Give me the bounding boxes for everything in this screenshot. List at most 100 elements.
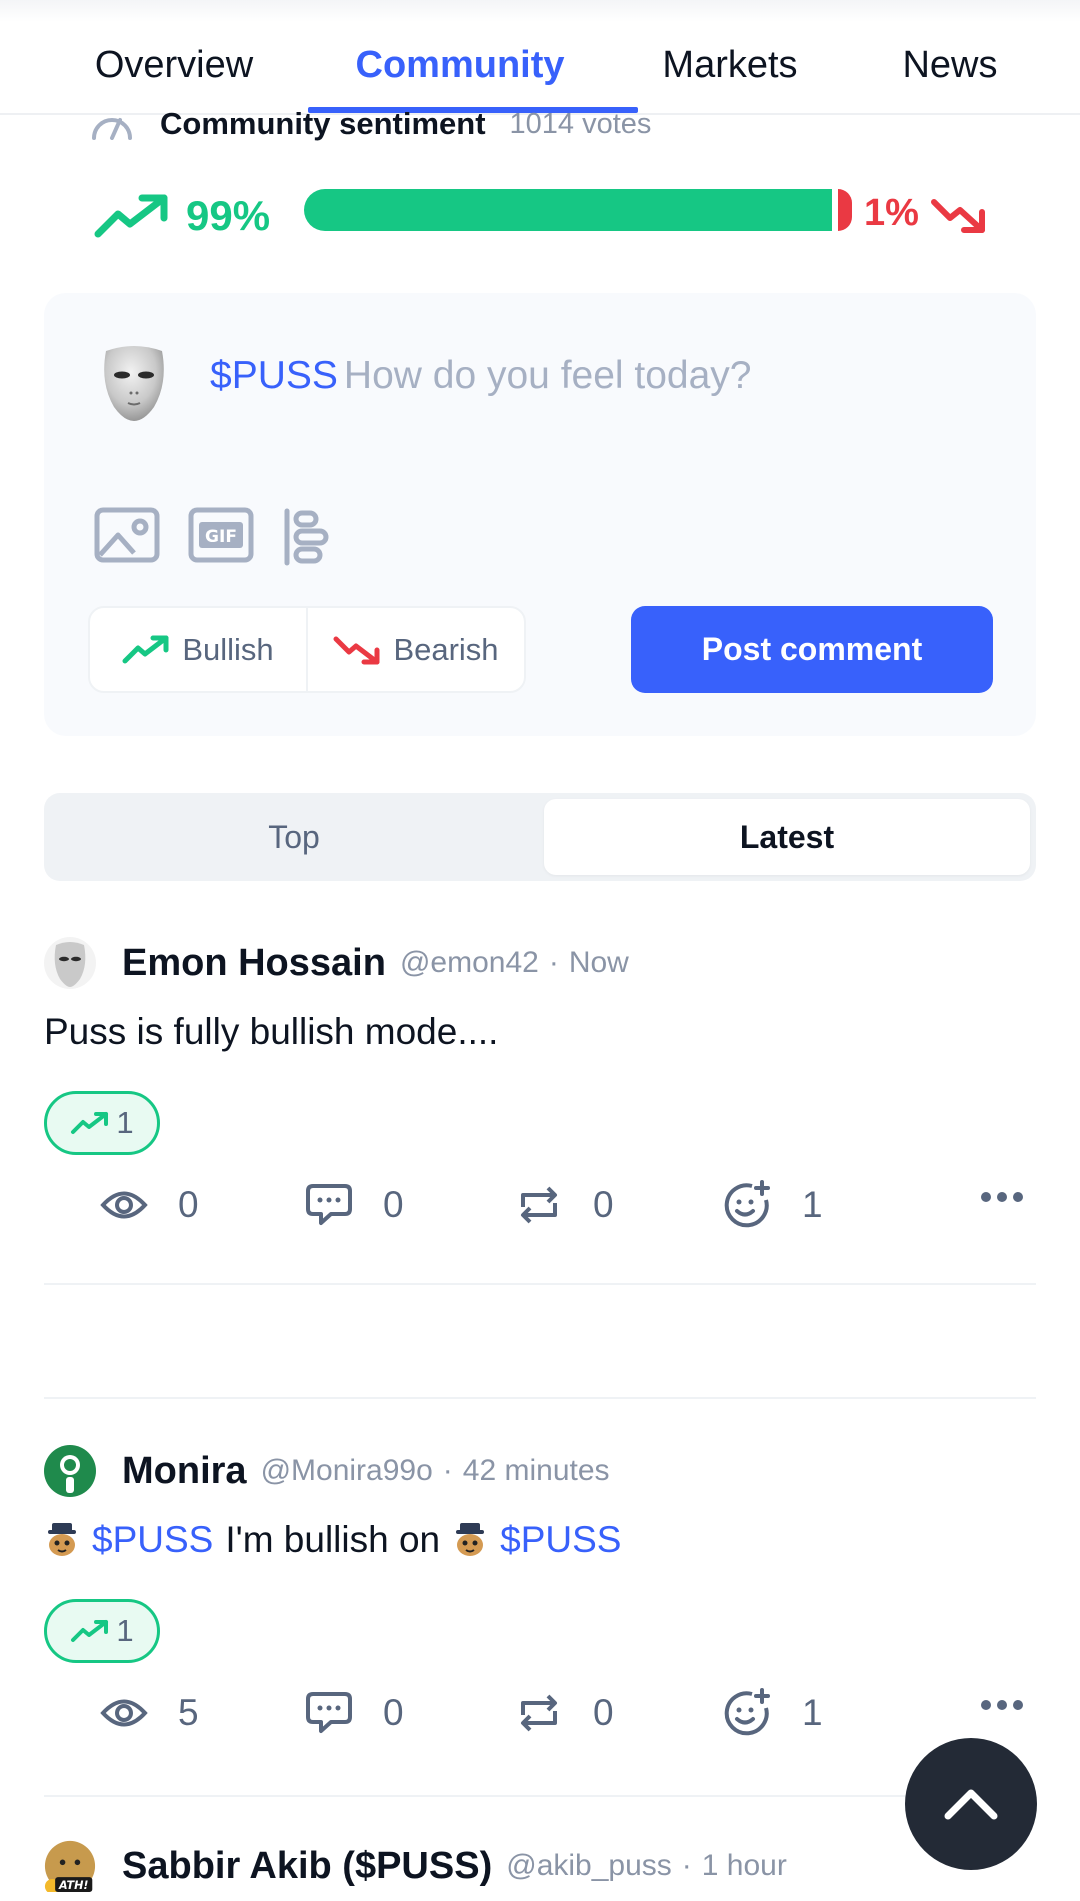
post-text: $PUSS I'm bullish on $PUSS (44, 1515, 621, 1565)
bullish-badge: 1 (44, 1599, 160, 1663)
post-author-handle[interactable]: @Monira99o (261, 1454, 433, 1488)
eye-icon (100, 1191, 148, 1219)
bearish-label: Bearish (393, 631, 499, 667)
sentiment-votes: 1014 votes (509, 107, 652, 140)
sentiment-title: Community sentiment (160, 106, 486, 141)
post-author-handle[interactable]: @emon42 (400, 946, 539, 980)
svg-text:ATH!: ATH! (58, 1879, 89, 1892)
post-text: Puss is fully bullish mode.... (44, 1011, 499, 1052)
post-separator: · (681, 1849, 692, 1882)
tab-overview[interactable]: Overview (84, 40, 264, 90)
post-separator: · (442, 1454, 453, 1487)
react-button[interactable]: 1 (722, 1175, 823, 1235)
scroll-to-top-button[interactable] (905, 1738, 1037, 1870)
repost-button[interactable]: 0 (515, 1175, 614, 1235)
views-stat: 5 (100, 1683, 199, 1743)
svg-text:GIF: GIF (205, 527, 237, 547)
bullish-percent: 99% (186, 192, 271, 239)
comment-input[interactable]: $PUSS How do you feel today? (210, 351, 752, 401)
poll-icon[interactable] (282, 507, 332, 567)
post-time: 1 hour (701, 1849, 787, 1882)
top-tab-bar: Overview Community Markets News (0, 0, 1080, 115)
cashtag-link[interactable]: $PUSS (500, 1515, 621, 1565)
sort-top-option[interactable]: Top (44, 793, 544, 881)
mask-avatar (104, 346, 164, 421)
trend-down-icon (931, 199, 985, 233)
comments-count: 0 (383, 1184, 404, 1225)
cat-token-icon (48, 1523, 76, 1556)
trend-up-icon (71, 1112, 109, 1134)
comment-button[interactable]: 0 (305, 1175, 404, 1235)
bullish-button[interactable]: Bullish (90, 608, 306, 691)
comment-composer: $PUSSHow do you feel today? GIF Bullish (44, 293, 1036, 736)
post-item: ATH! Sabbir Akib ($PUSS) @akib_puss · 1 … (44, 1838, 1036, 1901)
add-reaction-icon (724, 1688, 770, 1736)
add-reaction-icon (724, 1180, 770, 1228)
comment-icon (306, 1184, 352, 1225)
reactions-count: 1 (802, 1184, 823, 1225)
comments-count: 0 (383, 1692, 404, 1733)
react-button[interactable]: 1 (722, 1683, 823, 1743)
post-time: 42 minutes (462, 1454, 610, 1487)
image-icon[interactable] (94, 507, 160, 563)
post-divider (44, 1283, 1036, 1285)
cashtag-link[interactable]: $PUSS (92, 1515, 213, 1565)
user-avatar[interactable]: ATH! (44, 1840, 96, 1892)
more-icon[interactable] (980, 1699, 1024, 1711)
bearish-button[interactable]: Bearish (306, 608, 524, 691)
sentiment-header: Community sentiment 1014 votes (90, 104, 651, 144)
views-stat: 0 (100, 1175, 199, 1235)
trend-down-icon (333, 636, 380, 664)
reposts-count: 0 (593, 1692, 614, 1733)
eye-icon (100, 1699, 148, 1727)
post-header: ATH! Sabbir Akib ($PUSS) @akib_puss · 1 … (44, 1838, 787, 1894)
ticker-tag: $PUSS (210, 354, 338, 397)
bullish-count: 1 (116, 1613, 134, 1648)
user-avatar[interactable] (44, 937, 96, 989)
gif-icon[interactable]: GIF (188, 507, 254, 563)
sort-latest-option[interactable]: Latest (544, 799, 1030, 875)
repost-icon (521, 1694, 557, 1732)
comment-icon (306, 1692, 352, 1733)
post-header: Monira @Monira99o · 42 minutes (44, 1443, 610, 1499)
user-avatar[interactable] (44, 1445, 96, 1497)
tab-news[interactable]: News (890, 40, 1010, 90)
reposts-count: 0 (593, 1184, 614, 1225)
views-count: 5 (178, 1692, 199, 1733)
tab-markets[interactable]: Markets (650, 40, 810, 90)
repost-icon (521, 1186, 557, 1224)
post-author-handle[interactable]: @akib_puss (506, 1849, 672, 1883)
repost-button[interactable]: 0 (515, 1683, 614, 1743)
trend-up-icon (94, 194, 168, 238)
sort-toggle: Top Latest (44, 793, 1036, 881)
post-text-body: I'm bullish on (225, 1519, 441, 1560)
post-actions: 5 0 0 1 (100, 1683, 1030, 1743)
trend-up-icon (71, 1620, 109, 1642)
sentiment-bar-bearish (838, 189, 852, 231)
views-count: 0 (178, 1184, 199, 1225)
bearish-percent: 1% (864, 192, 919, 234)
sentiment-bar (304, 189, 852, 231)
post-author-name[interactable]: Emon Hossain (122, 942, 386, 985)
post-header: Emon Hossain @emon42 · Now (44, 935, 629, 991)
bullish-badge: 1 (44, 1091, 160, 1155)
bullish-count: 1 (116, 1105, 134, 1140)
bullish-label: Bullish (182, 631, 274, 667)
sentiment-bar-bullish (304, 189, 832, 231)
post-comment-button[interactable]: Post comment (631, 606, 993, 693)
more-icon[interactable] (980, 1191, 1024, 1203)
post-item: Monira @Monira99o · 42 minutes $PUSS I'm… (44, 1443, 1036, 1803)
post-author-name[interactable]: Sabbir Akib ($PUSS) (122, 1845, 492, 1888)
post-author-name[interactable]: Monira (122, 1450, 247, 1493)
post-divider (44, 1397, 1036, 1399)
chevron-up-icon (944, 1789, 998, 1820)
comment-button[interactable]: 0 (305, 1683, 404, 1743)
post-actions: 0 0 0 1 (100, 1175, 1030, 1235)
sentiment-vote-group: Bullish Bearish (88, 606, 526, 693)
trend-up-icon (122, 635, 169, 663)
comment-placeholder: How do you feel today? (343, 354, 752, 397)
post-time: Now (568, 946, 629, 979)
tab-community[interactable]: Community (340, 40, 580, 90)
gauge-icon (92, 118, 132, 140)
post-item: Emon Hossain @emon42 · Now Puss is fully… (44, 935, 1036, 1295)
